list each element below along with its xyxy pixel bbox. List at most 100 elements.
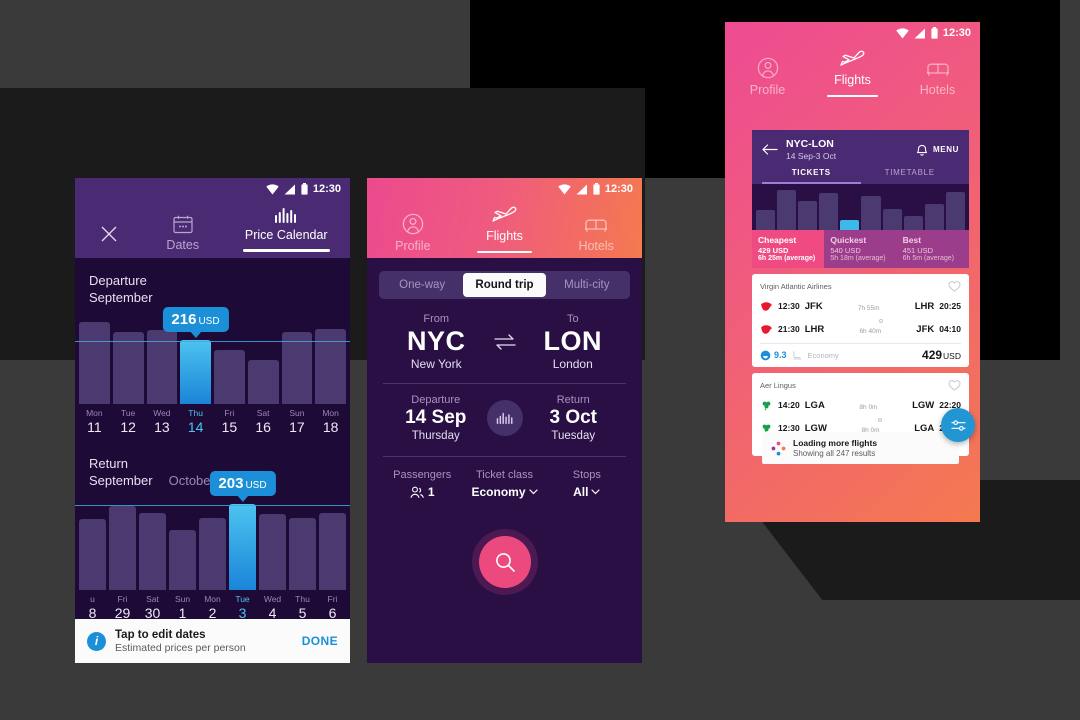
- return-date-field[interactable]: Return 3 Oct Tuesday: [523, 394, 625, 442]
- histogram-bar[interactable]: [861, 196, 881, 230]
- axis-tick[interactable]: Wed 13: [147, 408, 178, 435]
- heart-icon[interactable]: [948, 280, 961, 292]
- nav-item-flights[interactable]: Flights: [810, 47, 895, 103]
- trip-type-round-trip[interactable]: Round trip: [463, 273, 546, 297]
- nav-item-profile[interactable]: Profile: [367, 213, 459, 258]
- search-button[interactable]: [478, 536, 531, 588]
- bar[interactable]: [247, 359, 279, 404]
- done-button[interactable]: DONE: [302, 634, 338, 648]
- axis-day: Sat: [256, 408, 270, 418]
- axis-tick[interactable]: Wed 4: [259, 594, 286, 621]
- tab-timetable[interactable]: TIMETABLE: [861, 168, 960, 184]
- return-chart[interactable]: 203 USD: [75, 471, 350, 590]
- tab-dates[interactable]: Dates: [131, 215, 235, 258]
- filter-quickest[interactable]: Quickest 540 USD 5h 18m (average): [824, 230, 897, 268]
- swap-button[interactable]: [488, 333, 522, 351]
- price-calendar-button[interactable]: [486, 400, 523, 436]
- histogram-bar[interactable]: [924, 204, 944, 230]
- nav-item-flights[interactable]: Flights: [459, 203, 551, 259]
- flight-price-currency: USD: [943, 351, 961, 361]
- trip-type-multi-city[interactable]: Multi-city: [546, 273, 628, 297]
- axis-tick[interactable]: Sat 16: [248, 408, 279, 435]
- axis-tick[interactable]: Mon 2: [199, 594, 226, 621]
- nav-item-hotels[interactable]: Hotels: [895, 59, 980, 102]
- axis-tick[interactable]: Mon 18: [315, 408, 346, 435]
- bar[interactable]: [319, 512, 346, 590]
- axis-date: 18: [322, 419, 339, 435]
- menu-label: MENU: [933, 145, 959, 154]
- smiley-icon: [760, 350, 771, 360]
- histogram-bar[interactable]: [819, 193, 839, 230]
- axis-tick[interactable]: Fri 15: [214, 408, 245, 435]
- destination-field[interactable]: To LON London: [522, 313, 625, 371]
- axis-tick[interactable]: Tue 3: [229, 594, 256, 621]
- close-button[interactable]: [87, 226, 131, 258]
- histogram-bar[interactable]: [756, 210, 776, 230]
- departure-chart[interactable]: 216 USD: [75, 307, 350, 404]
- flight-card[interactable]: Virgin Atlantic Airlines 12:30 JFK 7h 55…: [752, 274, 969, 367]
- bar[interactable]: [169, 529, 196, 590]
- return-tooltip-currency: USD: [245, 480, 267, 491]
- axis-tick[interactable]: Thu 14: [180, 408, 211, 435]
- nav-item-profile[interactable]: Profile: [725, 57, 810, 102]
- trip-type-selector[interactable]: One-way Round trip Multi-city: [379, 271, 630, 299]
- destination-city: London: [552, 357, 593, 371]
- bar[interactable]: [112, 331, 144, 404]
- bar[interactable]: [315, 328, 346, 404]
- axis-date: 11: [87, 419, 102, 435]
- nav-item-hotels[interactable]: Hotels: [550, 215, 642, 258]
- trip-type-one-way[interactable]: One-way: [381, 273, 463, 297]
- axis-tick[interactable]: Tue 12: [113, 408, 144, 435]
- bar-chart-icon: [496, 412, 512, 424]
- bar[interactable]: [281, 331, 313, 404]
- axis-tick[interactable]: Sun 1: [169, 594, 196, 621]
- tab-price-calendar[interactable]: Price Calendar: [235, 206, 339, 258]
- bar[interactable]: [289, 517, 316, 590]
- filter-fab-button[interactable]: [941, 408, 975, 442]
- axis-tick[interactable]: Sat 30: [139, 594, 166, 621]
- filter-cheapest[interactable]: Cheapest 429 USD 6h 25m (average): [752, 230, 825, 268]
- bar-selected[interactable]: [180, 340, 211, 404]
- filter-best[interactable]: Best 451 USD 6h 5m (average): [896, 230, 969, 268]
- leg-stop-dot: [877, 417, 882, 422]
- filter-quickest-label: Quickest: [830, 235, 867, 245]
- departure-date-field[interactable]: Departure 14 Sep Thursday: [385, 394, 487, 442]
- axis-tick[interactable]: Thu 5: [289, 594, 316, 621]
- leg-depart-time: 21:30: [778, 324, 800, 334]
- bar[interactable]: [139, 512, 166, 590]
- bar[interactable]: [79, 322, 110, 404]
- bar-selected[interactable]: [229, 504, 256, 590]
- bar[interactable]: [259, 514, 286, 590]
- ticket-class-caption: Ticket class: [475, 469, 534, 481]
- ticket-class-field[interactable]: Ticket class Economy: [463, 469, 545, 499]
- bar[interactable]: [109, 505, 136, 590]
- back-arrow-icon[interactable]: [762, 144, 778, 155]
- axis-tick[interactable]: Fri 29: [109, 594, 136, 621]
- histogram-bar[interactable]: [945, 192, 965, 230]
- axis-tick[interactable]: Sun 17: [282, 408, 313, 435]
- stops-field[interactable]: Stops All: [546, 469, 628, 499]
- axis-tick[interactable]: Mon 11: [79, 408, 110, 435]
- histogram-bar[interactable]: [903, 215, 923, 230]
- histogram-bar[interactable]: [777, 190, 797, 230]
- leg-depart-code: LGA: [804, 399, 825, 411]
- bar[interactable]: [199, 517, 226, 590]
- tab-dates-label: Dates: [166, 238, 200, 252]
- bar[interactable]: [214, 349, 245, 404]
- price-histogram[interactable]: [752, 184, 969, 230]
- menu-button[interactable]: MENU: [916, 143, 959, 156]
- histogram-bar-selected[interactable]: [840, 219, 860, 230]
- histogram-bar[interactable]: [798, 200, 818, 230]
- axis-day: Fri: [224, 408, 235, 418]
- axis-date: 12: [120, 419, 136, 435]
- origin-field[interactable]: From NYC New York: [385, 313, 488, 371]
- axis-tick[interactable]: Fri 6: [319, 594, 346, 621]
- bar[interactable]: [79, 519, 106, 590]
- tab-tickets[interactable]: TICKETS: [762, 168, 861, 184]
- passengers-field[interactable]: Passengers 1: [381, 469, 463, 499]
- axis-tick[interactable]: u8: [79, 594, 106, 621]
- origin-code: NYC: [406, 326, 466, 356]
- edit-dates-footer[interactable]: i Tap to edit dates Estimated prices per…: [75, 619, 350, 663]
- histogram-bar[interactable]: [882, 208, 902, 230]
- heart-icon[interactable]: [948, 379, 961, 391]
